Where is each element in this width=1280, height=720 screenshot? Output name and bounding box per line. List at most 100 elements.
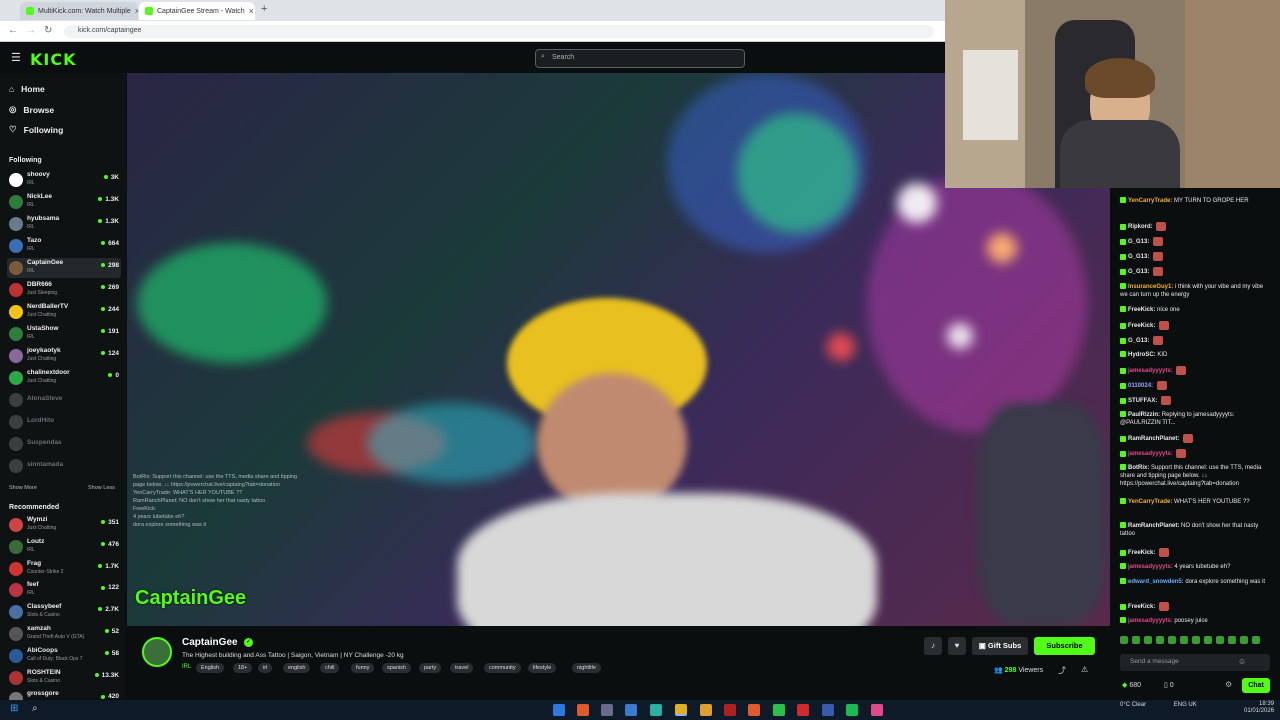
stream-tag[interactable]: chill xyxy=(320,663,340,673)
chat-username[interactable]: jamesadyyyyts: xyxy=(1128,368,1173,374)
sidebar-channel[interactable]: xamzah Grand Theft Auto V (GTA) 52 xyxy=(7,624,121,644)
chat-username[interactable]: RamRanchPlanet: xyxy=(1128,523,1179,529)
taskbar-app-icon[interactable] xyxy=(724,704,736,716)
chat-username[interactable]: FreeKick: xyxy=(1128,323,1155,329)
chat-username[interactable]: G_G13: xyxy=(1128,239,1149,245)
emote-icon[interactable] xyxy=(1120,636,1128,644)
sidebar-channel-offline[interactable]: AlonaSteve xyxy=(7,390,121,410)
chat-username[interactable]: G_G13: xyxy=(1128,338,1149,344)
emote-icon[interactable] xyxy=(1144,636,1152,644)
chat-username[interactable]: 0110024: xyxy=(1128,383,1153,389)
clock[interactable]: 18:39 01/01/2026 xyxy=(1244,701,1274,715)
emote-icon[interactable] xyxy=(1156,636,1164,644)
back-icon[interactable]: ← xyxy=(8,25,18,36)
taskbar-app-icon[interactable] xyxy=(601,704,613,716)
emote-bar[interactable] xyxy=(1120,636,1270,648)
new-tab-button[interactable]: + xyxy=(261,3,267,15)
chat-username[interactable]: HydroSC: xyxy=(1128,352,1156,358)
sidebar-channel[interactable]: Loutz IRL 476 xyxy=(7,537,121,557)
windows-start-icon[interactable]: ⊞ xyxy=(10,703,18,714)
sidebar-channel[interactable]: Classybeef Slots & Casino 2.7K xyxy=(7,602,121,622)
emote-icon[interactable] xyxy=(1168,636,1176,644)
sidebar-channel[interactable]: hyubsama IRL 1.3K xyxy=(7,214,121,234)
settings-gear-icon[interactable]: ⚙ xyxy=(1225,680,1232,689)
stream-tag[interactable]: English xyxy=(196,663,225,673)
sidebar-channel[interactable]: Tazo IRL 664 xyxy=(7,236,121,256)
chat-username[interactable]: jamesadyyyyts: xyxy=(1128,451,1173,457)
chat-username[interactable]: G_G13: xyxy=(1128,254,1149,260)
emoji-icon[interactable]: ☺ xyxy=(1238,657,1246,666)
chat-username[interactable]: FreeKick: xyxy=(1128,550,1155,556)
sidebar-channel[interactable]: shoovy IRL 3K xyxy=(7,170,121,190)
chat-username[interactable]: G_G13: xyxy=(1128,269,1149,275)
chat-send-button[interactable]: Chat xyxy=(1242,678,1270,693)
menu-icon[interactable]: ☰ xyxy=(11,51,21,64)
reload-icon[interactable]: ↻ xyxy=(44,25,52,36)
chat-username[interactable]: FreeKick: xyxy=(1128,604,1155,610)
taskbar-app-icon[interactable] xyxy=(797,704,809,716)
bell-icon[interactable]: ♪ xyxy=(924,637,942,655)
sidebar-channel[interactable]: NickLee IRL 1.3K xyxy=(7,192,121,212)
search-input[interactable]: Search xyxy=(535,49,745,68)
taskbar-app-icon[interactable] xyxy=(748,704,760,716)
heart-follow-icon[interactable]: ♥ xyxy=(948,637,966,655)
taskbar-app-icon[interactable] xyxy=(871,704,883,716)
chat-username[interactable]: PaulRizzin: xyxy=(1128,412,1160,418)
taskbar-app-icon[interactable] xyxy=(625,704,637,716)
taskbar-app-icon[interactable] xyxy=(553,704,565,716)
streamer-avatar[interactable] xyxy=(142,637,172,667)
stream-tag[interactable]: lifestyle xyxy=(528,663,557,673)
sidebar-channel[interactable]: feef IRL 122 xyxy=(7,580,121,600)
url-input[interactable]: kick.com/captaingee xyxy=(64,25,934,38)
emote-icon[interactable] xyxy=(1180,636,1188,644)
chat-username[interactable]: jamesadyyyyts: xyxy=(1128,564,1173,570)
sidebar-channel[interactable]: ROSHTEIN Slots & Casino 13.3K xyxy=(7,668,121,688)
emote-icon[interactable] xyxy=(1192,636,1200,644)
emote-icon[interactable] xyxy=(1252,636,1260,644)
language-indicator[interactable]: ENG UK xyxy=(1174,702,1197,708)
chat-username[interactable]: BotRix: xyxy=(1128,465,1149,471)
emote-icon[interactable] xyxy=(1228,636,1236,644)
stream-tag[interactable]: irl xyxy=(258,663,273,673)
sidebar-channel-offline[interactable]: LordHito xyxy=(7,412,121,432)
chat-username[interactable]: edward_snowden5: xyxy=(1128,579,1184,585)
taskbar-app-icon[interactable] xyxy=(700,704,712,716)
sidebar-channel[interactable]: Frag Counter-Strike 2 1.7K xyxy=(7,559,121,579)
chat-username[interactable]: Ripkord: xyxy=(1128,224,1153,230)
close-tab-icon[interactable]: × xyxy=(249,6,254,16)
chat-input[interactable]: Send a message xyxy=(1120,654,1270,671)
emote-icon[interactable] xyxy=(1216,636,1224,644)
sidebar-channel[interactable]: chalinextdoor Just Chatting 0 xyxy=(7,368,121,388)
emote-icon[interactable] xyxy=(1240,636,1248,644)
chat-username[interactable]: YenCarryTrade: xyxy=(1128,499,1172,505)
stream-tag[interactable]: spanish xyxy=(382,663,411,673)
taskbar-app-icon[interactable] xyxy=(822,704,834,716)
sidebar-channel[interactable]: UstaShow IRL 191 xyxy=(7,324,121,344)
sidebar-channel[interactable]: joeykaotyk Just Chatting 124 xyxy=(7,346,121,366)
weather-text[interactable]: 0°C Clear xyxy=(1120,702,1146,708)
taskbar-app-icon[interactable] xyxy=(650,704,662,716)
chat-username[interactable]: STUFFAX: xyxy=(1128,398,1157,404)
sidebar-channel[interactable]: CaptainGee IRL 298 xyxy=(7,258,121,278)
chrome-app-icon[interactable] xyxy=(675,704,687,716)
show-less-button[interactable]: Show Less xyxy=(88,485,115,491)
kick-logo[interactable]: KICK xyxy=(30,50,77,69)
stream-tag[interactable]: english xyxy=(283,663,311,673)
report-icon[interactable]: ⚠ xyxy=(1081,665,1088,674)
stream-tag[interactable]: nightlife xyxy=(572,663,601,673)
taskbar-search-icon[interactable]: ⌕ xyxy=(32,703,38,714)
subscribe-button[interactable]: Subscribe xyxy=(1034,637,1095,655)
stream-category[interactable]: IRL xyxy=(182,664,191,670)
sidebar-channel[interactable]: NerdBallerTV Just Chatting 244 xyxy=(7,302,121,322)
chat-username[interactable]: RamRanchPlanet: xyxy=(1128,436,1179,442)
chat-username[interactable]: InsuranceGuy1: xyxy=(1128,284,1173,290)
chat-username[interactable]: YenCarryTrade: xyxy=(1128,198,1172,204)
emote-icon[interactable] xyxy=(1132,636,1140,644)
chat-username[interactable]: jamesadyyyyts: xyxy=(1128,618,1173,624)
taskbar-app-icon[interactable] xyxy=(577,704,589,716)
browser-tab-active[interactable]: CaptainGee Stream - Watch × xyxy=(139,2,255,20)
share-icon[interactable]: ⤴ xyxy=(1058,665,1066,676)
chat-username[interactable]: FreeKick: xyxy=(1128,307,1155,313)
forward-icon[interactable]: → xyxy=(26,25,36,36)
nav-home[interactable]: ⌂ Home xyxy=(9,84,45,94)
